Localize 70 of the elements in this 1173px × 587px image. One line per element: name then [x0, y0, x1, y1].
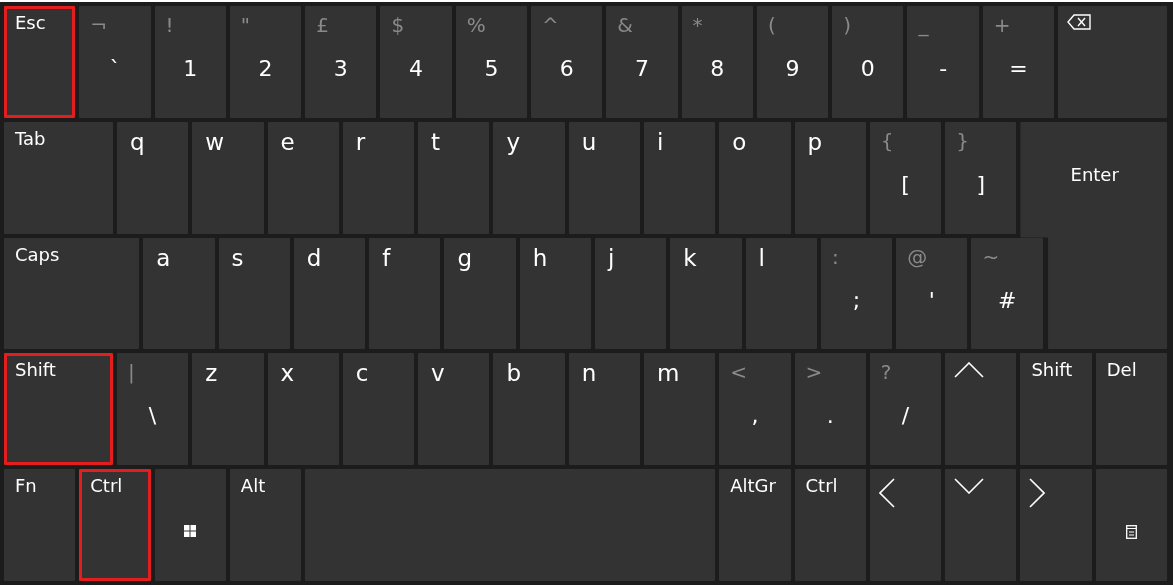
keyboard-key[interactable]: j: [595, 237, 667, 350]
keyboard-key[interactable]: d: [293, 237, 366, 350]
keyboard-key[interactable]: r: [342, 121, 415, 234]
keyboard-key[interactable]: g: [444, 237, 516, 350]
keyboard-key[interactable]: i: [643, 121, 716, 234]
keyboard-key[interactable]: x: [267, 353, 339, 466]
keyboard-key[interactable]: a: [143, 237, 215, 350]
keyboard-key[interactable]: z: [192, 353, 264, 466]
keyboard-key[interactable]: Shift: [1020, 353, 1092, 466]
keyboard-key[interactable]: } ]: [945, 121, 1017, 234]
keyboard-key[interactable]: ) 0: [832, 6, 904, 118]
keyboard-key[interactable]: Shift: [4, 353, 113, 466]
keyboard-key[interactable]: + =: [982, 6, 1055, 118]
keyboard-key[interactable]: p: [794, 121, 866, 234]
keyboard-key[interactable]: v: [418, 353, 490, 466]
keyboard-key[interactable]: Del: [1095, 353, 1167, 466]
keyboard-key[interactable]: ~ #: [971, 237, 1043, 350]
keyboard-key[interactable]: c: [342, 353, 415, 466]
keyboard-key[interactable]: ^ 6: [531, 6, 603, 118]
keyboard-key[interactable]: m: [643, 353, 716, 466]
enter-key[interactable]: Enter: [1020, 121, 1167, 350]
keyboard-key[interactable]: { [: [869, 121, 942, 234]
keyboard-key[interactable]: q: [116, 121, 189, 234]
windows-key[interactable]: [154, 469, 226, 581]
arrow-key[interactable]: [869, 469, 942, 581]
keyboard-key[interactable]: | \: [116, 353, 189, 466]
keyboard-key[interactable]: " 2: [229, 6, 302, 118]
keyboard-key[interactable]: % 5: [455, 6, 528, 118]
keyboard-key[interactable]: b: [493, 353, 565, 466]
keyboard-key[interactable]: k: [670, 237, 742, 350]
keyboard-key[interactable]: l: [745, 237, 817, 350]
arrow-key[interactable]: [945, 469, 1017, 581]
keyboard-key[interactable]: < ,: [719, 353, 791, 466]
keyboard-key[interactable]: f: [369, 237, 441, 350]
keyboard-key[interactable]: ¬ `: [79, 6, 151, 118]
keyboard-key[interactable]: Fn: [4, 469, 76, 581]
keyboard-key[interactable]: > .: [794, 353, 866, 466]
keyboard-key[interactable]: £ 3: [305, 6, 377, 118]
keyboard-key[interactable]: * 8: [681, 6, 753, 118]
arrow-key[interactable]: [1020, 469, 1092, 581]
keyboard-key[interactable]: Caps: [4, 237, 140, 350]
keyboard-key[interactable]: $ 4: [380, 6, 452, 118]
keyboard-key[interactable]: u: [568, 121, 640, 234]
keyboard-key[interactable]: & 7: [606, 6, 678, 118]
keyboard-key[interactable]: s: [218, 237, 290, 350]
menu-icon: [1125, 525, 1137, 540]
keyboard-key[interactable]: w: [192, 121, 264, 234]
keyboard-key[interactable]: ! 1: [154, 6, 226, 118]
keyboard-key[interactable]: e: [267, 121, 339, 234]
keyboard-key[interactable]: h: [519, 237, 591, 350]
keyboard-key[interactable]: o: [719, 121, 791, 234]
keyboard-key[interactable]: Ctrl: [794, 469, 866, 581]
keyboard-key[interactable]: y: [493, 121, 565, 234]
backspace-icon: [1067, 14, 1092, 30]
keyboard-key[interactable]: Tab: [4, 121, 113, 234]
arrow-key[interactable]: [945, 353, 1017, 466]
keyboard-key[interactable]: _ -: [907, 6, 979, 118]
keyboard-key[interactable]: Alt: [229, 469, 302, 581]
keyboard-key[interactable]: AltGr: [719, 469, 791, 581]
backspace-key[interactable]: [1058, 6, 1167, 118]
menu-key[interactable]: [1095, 469, 1167, 581]
keyboard-key[interactable]: : ;: [820, 237, 893, 350]
keyboard-key[interactable]: ? /: [869, 353, 942, 466]
keyboard-key[interactable]: t: [418, 121, 490, 234]
keyboard-key[interactable]: @ ': [896, 237, 968, 350]
keyboard-key[interactable]: Esc: [4, 6, 76, 118]
keyboard-key[interactable]: Ctrl: [79, 469, 151, 581]
windows-logo-icon: [184, 525, 197, 538]
keyboard-key[interactable]: ( 9: [756, 6, 829, 118]
keyboard-key[interactable]: n: [568, 353, 640, 466]
